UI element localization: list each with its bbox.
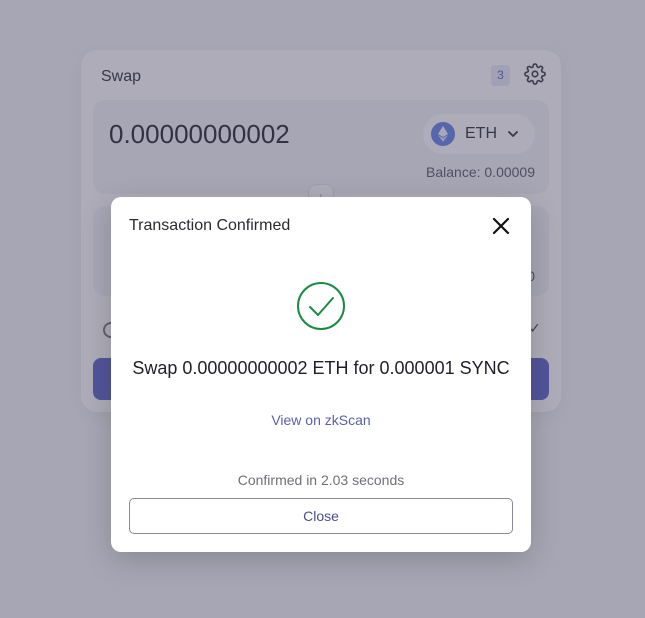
transaction-confirmed-modal: Transaction Confirmed Swap 0.00000000002… bbox=[111, 197, 531, 552]
modal-title: Transaction Confirmed bbox=[129, 217, 291, 234]
check-circle-icon bbox=[297, 282, 345, 330]
confirmation-time: Confirmed in 2.03 seconds bbox=[237, 472, 405, 488]
view-on-zkscan-link[interactable]: View on zkScan bbox=[111, 412, 531, 428]
close-icon[interactable] bbox=[491, 216, 511, 236]
swap-summary: Swap 0.00000000002 ETH for 0.000001 SYNC bbox=[132, 358, 510, 378]
close-button[interactable]: Close bbox=[129, 498, 513, 534]
